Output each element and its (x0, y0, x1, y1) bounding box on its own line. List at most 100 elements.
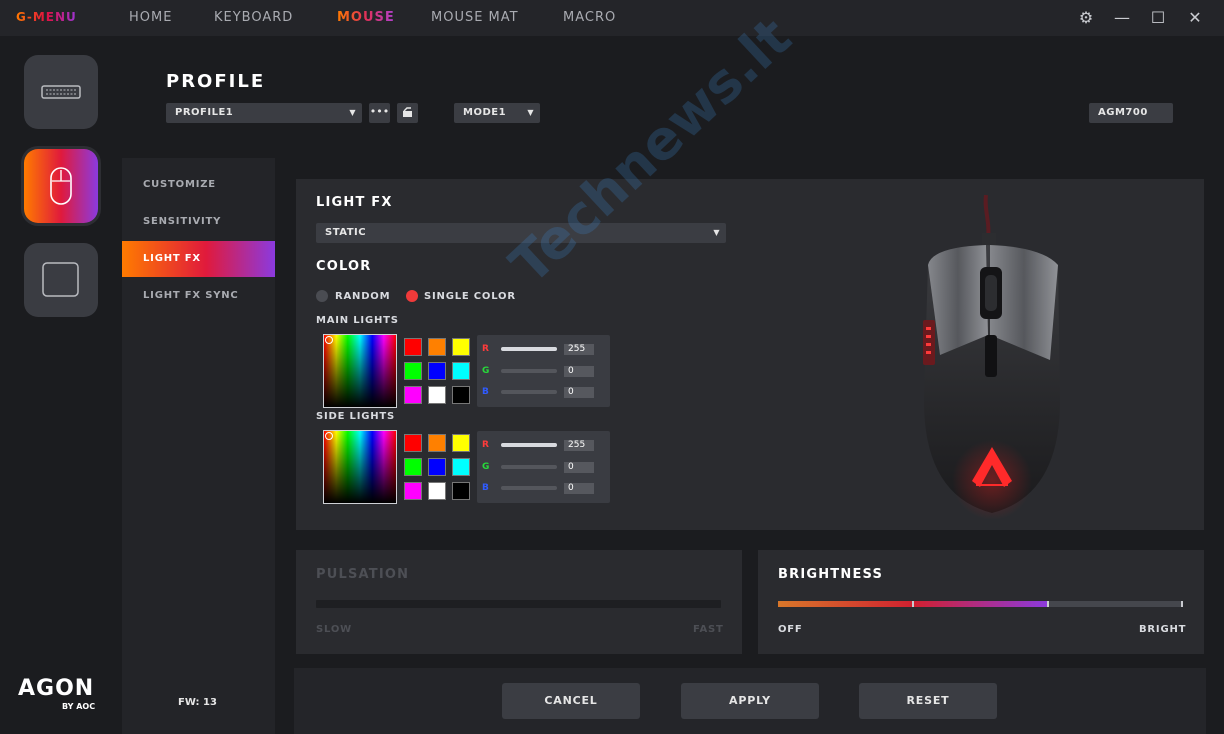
mode-select[interactable]: MODE1 ▼ (454, 103, 540, 123)
subnav-light-fx-sync[interactable]: LIGHT FX SYNC (122, 278, 275, 314)
color-swatch[interactable] (428, 482, 446, 500)
main-r-slider[interactable] (501, 347, 557, 351)
mode-select-value: MODE1 (463, 107, 507, 118)
nav-keyboard[interactable]: KEYBOARD (214, 10, 293, 25)
color-swatch[interactable] (452, 386, 470, 404)
brightness-tick (912, 601, 914, 607)
export-icon (403, 107, 412, 117)
nav-mouse-mat[interactable]: MOUSE MAT (431, 10, 519, 25)
color-swatch[interactable] (404, 362, 422, 380)
device-keyboard-tile[interactable] (24, 55, 98, 129)
radio-single-color-label: SINGLE COLOR (424, 291, 516, 302)
brightness-min-label: OFF (778, 624, 803, 635)
color-swatch[interactable] (404, 482, 422, 500)
color-swatch[interactable] (428, 338, 446, 356)
profile-select[interactable]: PROFILE1 ▼ (166, 103, 362, 123)
subnav-light-fx[interactable]: LIGHT FX (122, 241, 275, 277)
close-icon[interactable]: ✕ (1185, 8, 1205, 28)
main-rgb-box: R 255 G 0 B 0 (477, 335, 610, 407)
device-model-badge: AGM700 (1089, 103, 1173, 123)
side-r-fill (501, 443, 557, 447)
side-b-value[interactable]: 0 (564, 483, 594, 494)
mouse-icon (50, 167, 72, 205)
pulsation-min-label: SLOW (316, 624, 352, 635)
main-r-letter: R (482, 344, 489, 354)
firmware-version: FW: 13 (178, 697, 217, 708)
radio-single-color[interactable] (406, 290, 418, 302)
side-b-slider[interactable] (501, 486, 557, 490)
subnav-customize[interactable]: CUSTOMIZE (122, 167, 275, 203)
main-r-fill (501, 347, 557, 351)
light-effect-value: STATIC (325, 227, 367, 238)
main-g-letter: G (482, 366, 490, 376)
device-mouse-tile[interactable] (24, 149, 98, 223)
maximize-icon[interactable]: ☐ (1148, 8, 1168, 28)
brightness-slider[interactable] (778, 601, 1183, 607)
main-lights-label: MAIN LIGHTS (316, 315, 399, 326)
color-swatch[interactable] (404, 434, 422, 452)
side-b-letter: B (482, 483, 489, 493)
apply-button[interactable]: APPLY (681, 683, 819, 719)
color-swatch[interactable] (428, 458, 446, 476)
brightness-tick (1047, 601, 1049, 607)
app-logo: G-MENU (16, 10, 77, 24)
radio-random[interactable] (316, 290, 328, 302)
side-g-value[interactable]: 0 (564, 462, 594, 473)
color-swatch[interactable] (428, 362, 446, 380)
nav-macro[interactable]: MACRO (563, 10, 616, 25)
nav-mouse[interactable]: MOUSE (337, 10, 395, 25)
color-swatch[interactable] (452, 458, 470, 476)
side-lights-label: SIDE LIGHTS (316, 411, 396, 422)
brightness-title: BRIGHTNESS (778, 567, 884, 582)
main-g-slider[interactable] (501, 369, 557, 373)
device-mousemat-tile[interactable] (24, 243, 98, 317)
pulsation-max-label: FAST (693, 624, 724, 635)
device-rail (0, 36, 122, 734)
main-g-value[interactable]: 0 (564, 366, 594, 377)
pulsation-slider[interactable] (316, 600, 721, 608)
reset-button[interactable]: RESET (859, 683, 997, 719)
main-picker-cursor[interactable] (325, 336, 333, 344)
profile-export-button[interactable] (397, 103, 418, 123)
mouse-preview-image (923, 195, 1061, 520)
profile-more-button[interactable]: ••• (369, 103, 390, 123)
main-b-value[interactable]: 0 (564, 387, 594, 398)
light-fx-title: LIGHT FX (316, 195, 393, 210)
cancel-button[interactable]: CANCEL (502, 683, 640, 719)
color-swatch[interactable] (404, 338, 422, 356)
keyboard-icon (41, 85, 81, 99)
color-swatch[interactable] (428, 434, 446, 452)
side-r-slider[interactable] (501, 443, 557, 447)
side-color-picker[interactable] (323, 430, 397, 504)
color-swatch[interactable] (428, 386, 446, 404)
chevron-down-icon: ▼ (527, 108, 534, 117)
agon-logo: AGON (18, 676, 95, 701)
side-r-value[interactable]: 255 (564, 440, 594, 451)
subnav-sensitivity[interactable]: SENSITIVITY (122, 204, 275, 240)
mousemat-icon (42, 262, 79, 297)
chevron-down-icon: ▼ (713, 228, 720, 237)
color-swatch[interactable] (452, 338, 470, 356)
color-swatch[interactable] (452, 362, 470, 380)
settings-gear-icon[interactable]: ⚙ (1076, 8, 1096, 28)
main-swatch-grid (404, 338, 470, 404)
color-swatch[interactable] (452, 434, 470, 452)
chevron-down-icon: ▼ (349, 108, 356, 117)
side-rgb-box: R 255 G 0 B 0 (477, 431, 610, 503)
color-title: COLOR (316, 259, 372, 274)
side-g-slider[interactable] (501, 465, 557, 469)
color-swatch[interactable] (452, 482, 470, 500)
by-aoc-logo: BY AOC (62, 702, 96, 711)
color-swatch[interactable] (404, 386, 422, 404)
nav-home[interactable]: HOME (129, 10, 172, 25)
minimize-icon[interactable]: — (1112, 8, 1132, 28)
color-swatch[interactable] (404, 458, 422, 476)
main-r-value[interactable]: 255 (564, 344, 594, 355)
side-g-letter: G (482, 462, 490, 472)
main-b-slider[interactable] (501, 390, 557, 394)
page-title: PROFILE (166, 71, 266, 92)
side-picker-cursor[interactable] (325, 432, 333, 440)
main-b-letter: B (482, 387, 489, 397)
brightness-tick (1181, 601, 1183, 607)
main-color-picker[interactable] (323, 334, 397, 408)
